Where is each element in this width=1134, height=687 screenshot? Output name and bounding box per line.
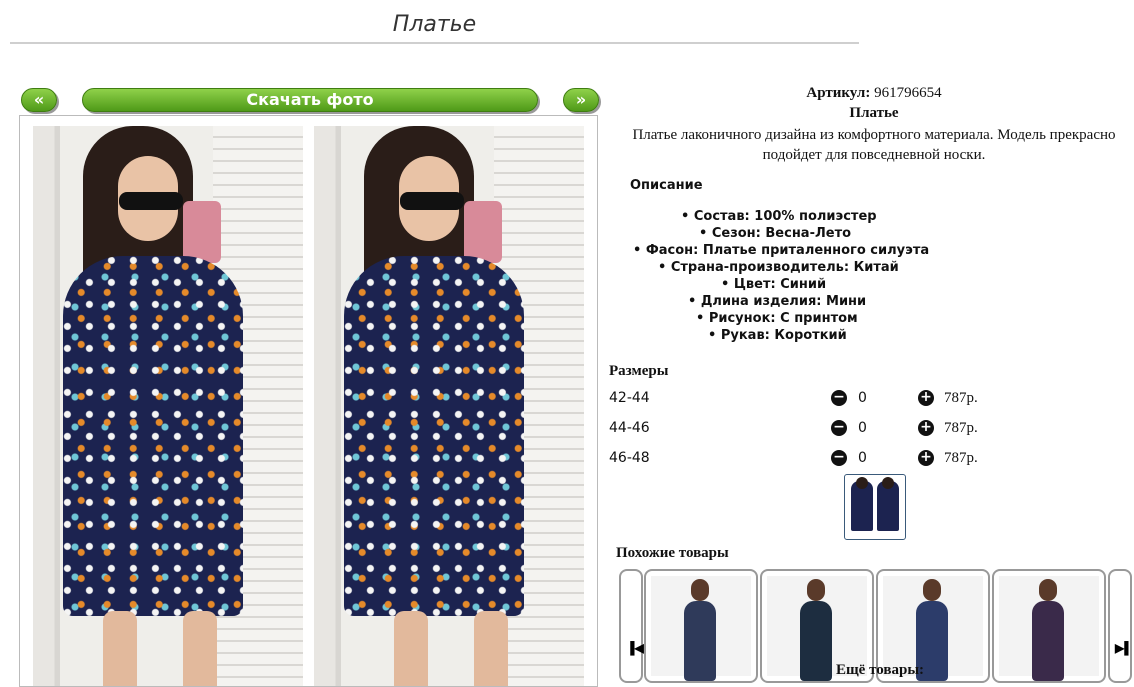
price: 787р. xyxy=(944,420,978,436)
description-heading: Описание xyxy=(630,178,703,193)
card-model-head xyxy=(691,579,709,601)
next-photo-button[interactable]: » xyxy=(563,88,599,112)
decrease-qty-button[interactable]: − xyxy=(831,390,847,406)
product-photo-frame xyxy=(19,115,598,687)
product-description: Платье лаконичного дизайна из комфортног… xyxy=(632,127,1116,163)
size-row: 46-48 − 0 + 787р. xyxy=(609,450,1009,470)
card-model-head xyxy=(1039,579,1057,601)
property-item: Состав: 100% полиэстер xyxy=(604,208,1134,225)
prev-photo-button[interactable]: « xyxy=(21,88,57,112)
sunglasses xyxy=(400,192,464,210)
title-divider xyxy=(10,42,859,44)
product-name: Платье xyxy=(849,105,899,121)
carousel-next-button[interactable]: ▶▌ xyxy=(1108,569,1133,683)
dress xyxy=(63,256,243,616)
property-item: Рисунок: С принтом xyxy=(604,310,1134,327)
increase-qty-button[interactable]: + xyxy=(918,450,934,466)
property-item: Сезон: Весна-Лето xyxy=(604,225,1134,242)
decrease-qty-button[interactable]: − xyxy=(831,420,847,436)
download-photo-button[interactable]: Скачать фото xyxy=(82,88,538,112)
property-item: Фасон: Платье приталенного силуэта xyxy=(604,242,1134,259)
more-products-heading: Ещё товары: xyxy=(836,662,925,678)
size-row: 44-46 − 0 + 787р. xyxy=(609,420,1009,440)
qty-value: 0 xyxy=(858,390,867,406)
thumbnail-figure xyxy=(877,477,899,531)
increase-qty-button[interactable]: + xyxy=(918,390,934,406)
property-item: Рукав: Короткий xyxy=(604,327,1134,344)
price: 787р. xyxy=(944,450,978,466)
price: 787р. xyxy=(944,390,978,406)
card-dress xyxy=(1032,601,1064,681)
properties-list: Состав: 100% полиэстер Сезон: Весна-Лето… xyxy=(604,208,1134,344)
model-leg-right xyxy=(474,611,508,686)
sku-line: Артикул: 961796654 xyxy=(604,85,1134,102)
sizes-heading: Размеры xyxy=(609,363,669,379)
increase-qty-button[interactable]: + xyxy=(918,420,934,436)
page-title: Платье xyxy=(392,12,477,37)
dress xyxy=(344,256,524,616)
qty-value: 0 xyxy=(858,450,867,466)
qty-value: 0 xyxy=(858,420,867,436)
card-model-head xyxy=(923,579,941,601)
property-item: Длина изделия: Мини xyxy=(604,293,1134,310)
sku-label: Артикул: xyxy=(806,85,871,101)
card-dress xyxy=(684,601,716,681)
product-photo-front[interactable] xyxy=(33,126,303,686)
skip-back-icon: ▐◀ xyxy=(626,641,644,655)
model-leg-right xyxy=(183,611,217,686)
phone xyxy=(183,201,221,263)
photo-thumbnail[interactable] xyxy=(844,474,906,540)
card-model-head xyxy=(807,579,825,601)
similar-product-card[interactable] xyxy=(992,569,1106,683)
sunglasses xyxy=(119,192,183,210)
model-leg-left xyxy=(394,611,428,686)
card-dress xyxy=(800,601,832,681)
skip-forward-icon: ▶▌ xyxy=(1115,641,1133,655)
size-label: 46-48 xyxy=(609,450,650,466)
sku-value: 961796654 xyxy=(874,85,942,101)
property-item: Цвет: Синий xyxy=(604,276,1134,293)
property-item: Страна-производитель: Китай xyxy=(604,259,1134,276)
product-photo-side[interactable] xyxy=(314,126,584,686)
decrease-qty-button[interactable]: − xyxy=(831,450,847,466)
similar-product-card[interactable] xyxy=(644,569,758,683)
size-label: 42-44 xyxy=(609,390,650,406)
size-label: 44-46 xyxy=(609,420,650,436)
size-row: 42-44 − 0 + 787р. xyxy=(609,390,1009,410)
thumbnail-figure xyxy=(851,477,873,531)
phone xyxy=(464,201,502,263)
carousel-prev-button[interactable]: ▐◀ xyxy=(619,569,644,683)
similar-products-heading: Похожие товары xyxy=(616,545,729,561)
model-leg-left xyxy=(103,611,137,686)
